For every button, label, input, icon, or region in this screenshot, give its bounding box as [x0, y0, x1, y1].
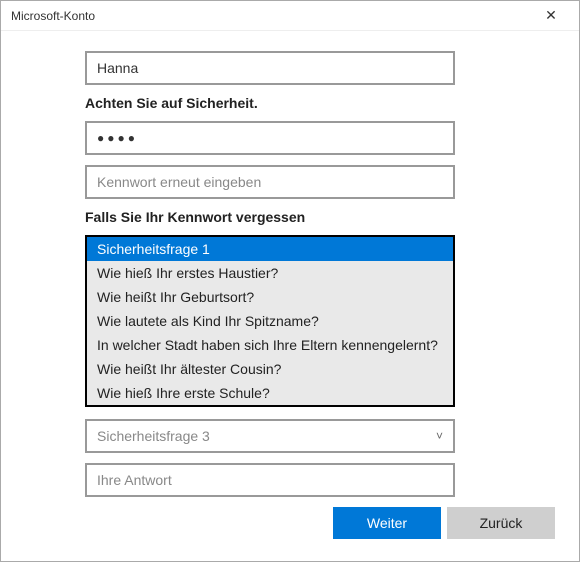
security-heading: Achten Sie auf Sicherheit.	[85, 95, 495, 111]
password-mask: ●●●●	[97, 131, 138, 145]
answer-input[interactable]: Ihre Antwort	[85, 463, 455, 497]
window-title: Microsoft-Konto	[11, 9, 95, 23]
security-question-1-dropdown[interactable]: Sicherheitsfrage 1 Wie hieß Ihr erstes H…	[85, 235, 455, 407]
password-input[interactable]: ●●●●	[85, 121, 455, 155]
back-button[interactable]: Zurück	[447, 507, 555, 539]
close-button[interactable]: ✕	[531, 2, 571, 30]
titlebar: Microsoft-Konto ✕	[1, 1, 579, 31]
password-confirm-input[interactable]: Kennwort erneut eingeben	[85, 165, 455, 199]
forgot-heading: Falls Sie Ihr Kennwort vergessen	[85, 209, 495, 225]
next-label: Weiter	[367, 515, 407, 531]
security-question-3-select[interactable]: Sicherheitsfrage 3 ˅	[85, 419, 455, 453]
name-input[interactable]: Hanna	[85, 51, 455, 85]
dropdown-option[interactable]: Wie heißt Ihr Geburtsort?	[87, 285, 453, 309]
dropdown-option[interactable]: In welcher Stadt haben sich Ihre Eltern …	[87, 333, 453, 357]
dropdown-option[interactable]: Wie hieß Ihr erstes Haustier?	[87, 261, 453, 285]
dialog-window: Microsoft-Konto ✕ Hanna Achten Sie auf S…	[0, 0, 580, 562]
answer-placeholder: Ihre Antwort	[97, 472, 172, 488]
name-value: Hanna	[97, 60, 138, 76]
back-label: Zurück	[480, 515, 523, 531]
dropdown-option[interactable]: Sicherheitsfrage 1	[87, 237, 453, 261]
password-confirm-placeholder: Kennwort erneut eingeben	[97, 174, 261, 190]
select-placeholder: Sicherheitsfrage 3	[97, 428, 210, 444]
next-button[interactable]: Weiter	[333, 507, 441, 539]
chevron-down-icon: ˅	[436, 429, 443, 443]
dropdown-option[interactable]: Wie lautete als Kind Ihr Spitzname?	[87, 309, 453, 333]
close-icon: ✕	[545, 7, 557, 24]
content-area: Hanna Achten Sie auf Sicherheit. ●●●● Ke…	[1, 31, 579, 497]
button-row: Weiter Zurück	[333, 507, 555, 539]
dropdown-option[interactable]: Wie heißt Ihr ältester Cousin?	[87, 357, 453, 381]
dropdown-option[interactable]: Wie hieß Ihre erste Schule?	[87, 381, 453, 405]
